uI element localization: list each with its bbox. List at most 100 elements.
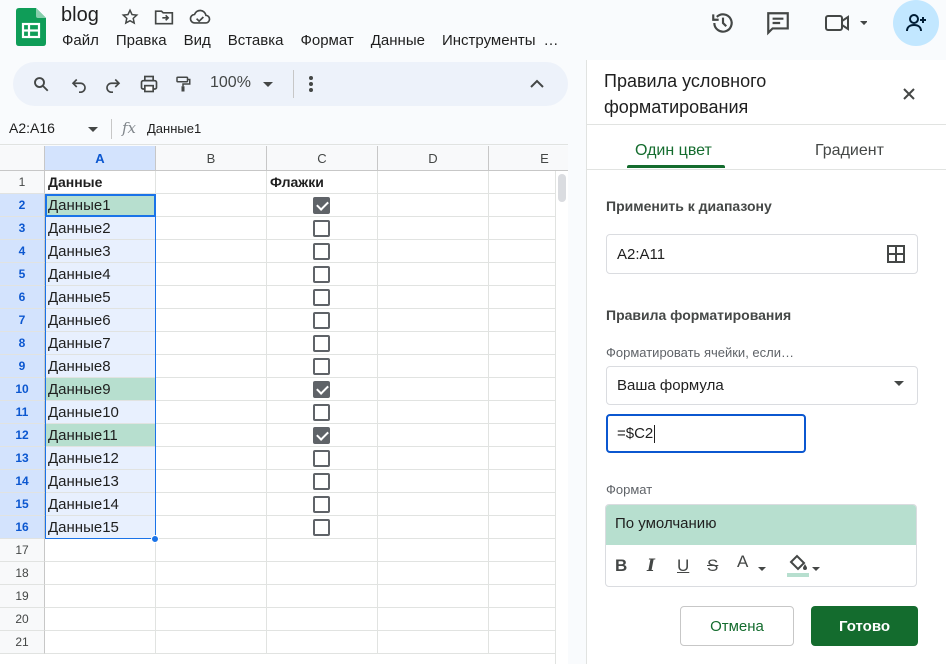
checkbox[interactable] — [313, 289, 330, 306]
cell[interactable] — [378, 516, 489, 539]
cell[interactable] — [156, 493, 267, 516]
tab-single-color[interactable]: Один цвет — [635, 142, 712, 160]
cell[interactable]: Данные2 — [45, 217, 156, 240]
cell[interactable] — [156, 240, 267, 263]
column-header-c[interactable]: C — [267, 146, 378, 171]
cell[interactable]: Данные3 — [45, 240, 156, 263]
row-header[interactable]: 1 — [0, 171, 45, 194]
cell[interactable] — [378, 539, 489, 562]
search-icon[interactable] — [29, 72, 53, 96]
checkbox[interactable] — [313, 220, 330, 237]
cell[interactable] — [378, 401, 489, 424]
cell[interactable] — [378, 240, 489, 263]
select-all-corner[interactable] — [0, 146, 45, 171]
cell[interactable] — [378, 171, 489, 194]
row-header[interactable]: 16 — [0, 516, 45, 539]
menu-view[interactable]: Вид — [184, 32, 211, 49]
checkbox[interactable] — [313, 496, 330, 513]
checkbox[interactable] — [313, 266, 330, 283]
cell[interactable]: Данные8 — [45, 355, 156, 378]
checkbox[interactable] — [313, 358, 330, 375]
menu-data[interactable]: Данные — [371, 32, 425, 49]
name-box[interactable]: A2:A16 — [9, 120, 55, 136]
text-color-dropdown-icon[interactable] — [758, 567, 766, 571]
row-header[interactable]: 5 — [0, 263, 45, 286]
menu-tools[interactable]: Инструменты — [442, 32, 536, 49]
text-color-icon[interactable]: A — [737, 552, 748, 572]
cell[interactable] — [378, 263, 489, 286]
checkbox[interactable] — [313, 427, 330, 444]
cell[interactable] — [156, 309, 267, 332]
cell[interactable] — [156, 286, 267, 309]
fill-handle[interactable] — [151, 535, 159, 543]
checkbox[interactable] — [313, 381, 330, 398]
condition-select[interactable]: Ваша формула — [606, 366, 918, 405]
cell[interactable] — [45, 539, 156, 562]
cell[interactable] — [378, 355, 489, 378]
cell[interactable]: Данные13 — [45, 470, 156, 493]
print-icon[interactable] — [137, 72, 161, 96]
checkbox[interactable] — [313, 519, 330, 536]
cell[interactable]: Данные — [45, 171, 156, 194]
formula-input[interactable]: =$C2 — [606, 414, 806, 453]
cell[interactable] — [156, 470, 267, 493]
cell[interactable] — [156, 516, 267, 539]
menu-insert[interactable]: Вставка — [228, 32, 284, 49]
cell[interactable] — [156, 378, 267, 401]
history-icon[interactable] — [708, 8, 738, 38]
checkbox[interactable] — [313, 312, 330, 329]
select-range-grid-icon[interactable] — [887, 245, 905, 268]
checkbox[interactable] — [313, 404, 330, 421]
star-icon[interactable] — [119, 6, 141, 28]
column-header-a[interactable]: A — [45, 146, 156, 171]
document-title[interactable]: blog — [61, 4, 99, 27]
comments-icon[interactable] — [763, 8, 793, 38]
row-header[interactable]: 17 — [0, 539, 45, 562]
more-vert-icon[interactable] — [299, 72, 323, 96]
collapse-chevron-icon[interactable] — [525, 72, 549, 96]
row-header[interactable]: 9 — [0, 355, 45, 378]
row-header[interactable]: 18 — [0, 562, 45, 585]
cell[interactable]: Данные12 — [45, 447, 156, 470]
name-box-dropdown-icon[interactable] — [88, 127, 98, 132]
paint-format-icon[interactable] — [171, 72, 195, 96]
sheets-logo-icon[interactable] — [16, 8, 46, 46]
row-header[interactable]: 15 — [0, 493, 45, 516]
checkbox[interactable] — [313, 335, 330, 352]
cell[interactable] — [378, 562, 489, 585]
cell[interactable] — [156, 332, 267, 355]
cell[interactable] — [378, 424, 489, 447]
cell[interactable] — [378, 217, 489, 240]
cell[interactable] — [378, 309, 489, 332]
cell[interactable] — [267, 585, 378, 608]
cell[interactable] — [156, 194, 267, 217]
menu-file[interactable]: Файл — [62, 32, 99, 49]
cell[interactable] — [378, 447, 489, 470]
cell[interactable] — [45, 562, 156, 585]
cell[interactable] — [267, 562, 378, 585]
cell[interactable]: Данные15 — [45, 516, 156, 539]
cell[interactable] — [378, 332, 489, 355]
cell[interactable] — [378, 378, 489, 401]
cell[interactable] — [156, 263, 267, 286]
redo-icon[interactable] — [101, 72, 125, 96]
move-folder-icon[interactable] — [153, 6, 175, 28]
italic-icon[interactable]: I — [647, 556, 655, 576]
cloud-saved-icon[interactable] — [189, 6, 211, 28]
cell[interactable] — [156, 562, 267, 585]
cell[interactable] — [156, 585, 267, 608]
underline-icon[interactable]: U — [677, 556, 689, 576]
condition-dropdown-icon[interactable] — [894, 381, 904, 386]
cell[interactable] — [267, 539, 378, 562]
column-header-e[interactable]: E — [489, 146, 568, 171]
cell[interactable] — [378, 631, 489, 654]
row-header[interactable]: 14 — [0, 470, 45, 493]
cell[interactable] — [156, 424, 267, 447]
fill-color-icon[interactable] — [787, 552, 809, 583]
cell[interactable] — [156, 355, 267, 378]
cell[interactable] — [45, 608, 156, 631]
cell[interactable] — [378, 470, 489, 493]
bold-icon[interactable]: B — [615, 556, 627, 576]
cell[interactable] — [156, 217, 267, 240]
row-header[interactable]: 7 — [0, 309, 45, 332]
